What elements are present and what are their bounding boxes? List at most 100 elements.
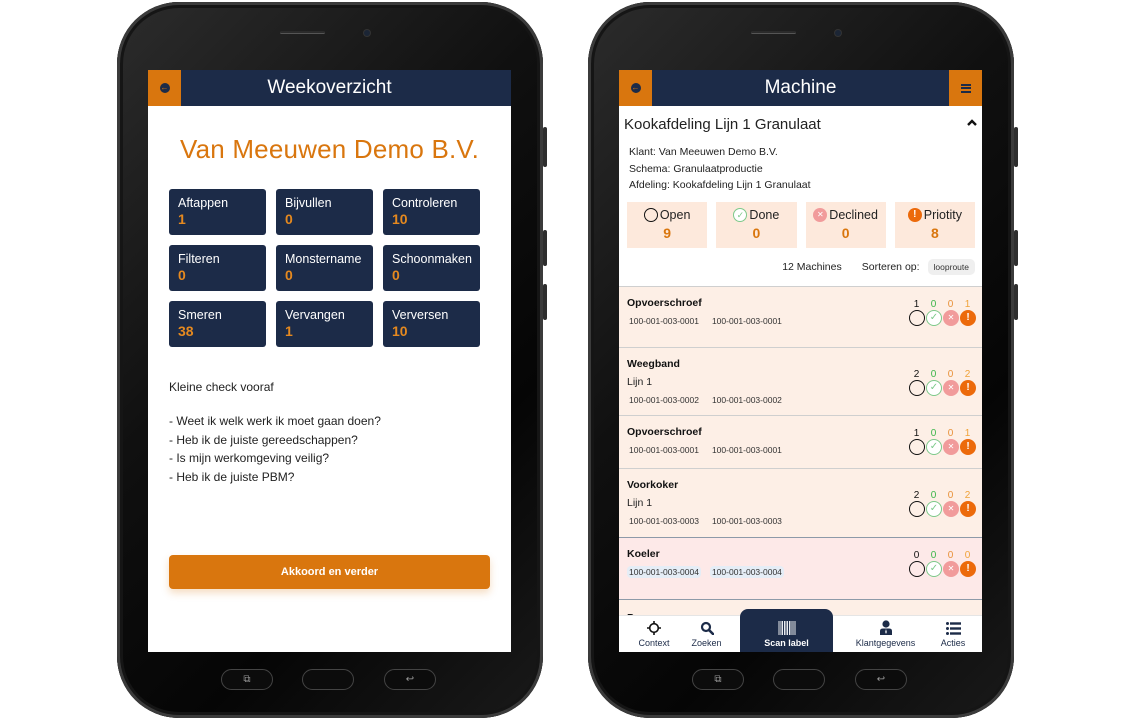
task-name: Smeren — [178, 308, 222, 322]
nav-search[interactable]: Zoeken — [689, 615, 724, 652]
client-line: Klant: Van Meeuwen Demo B.V. — [629, 146, 778, 158]
machine-row[interactable]: Weegband Lijn 1 100-001-003-0002 100-001… — [619, 346, 982, 415]
status-summary: Open 9 ✓ Done 0 ✕ Declined 0 ! Priotity 8 — [619, 194, 982, 248]
machine-row[interactable]: Opvoerschroef 100-001-003-0001 100-001-0… — [619, 414, 982, 468]
task-tile-bijvullen[interactable]: Bijvullen 0 — [276, 189, 373, 235]
task-count: 0 — [178, 267, 186, 283]
check-circle-icon: ✓ — [926, 560, 942, 577]
front-camera — [835, 30, 841, 36]
agree-continue-button[interactable]: Akkoord en verder — [169, 555, 490, 589]
company-name: Van Meeuwen Demo B.V. — [179, 134, 480, 164]
task-name: Filteren — [178, 252, 220, 266]
sort-bar: 12 Machines Sorteren op: looproute — [619, 248, 982, 275]
declined-count: 0 — [947, 549, 954, 561]
stat-value: 0 — [841, 224, 850, 241]
home-key[interactable] — [773, 669, 825, 690]
recent-apps-key[interactable]: ⧉ — [692, 669, 744, 690]
back-arrow-icon: ← — [159, 83, 170, 93]
machine-code: 100-001-003-0001 — [629, 444, 699, 455]
crosshair-icon — [647, 621, 661, 635]
machine-row[interactable]: Voorkoker Lijn 1 100-001-003-0003 100-00… — [619, 467, 982, 537]
hardware-back-key[interactable]: ↩ — [855, 669, 907, 690]
nav-actions[interactable]: Acties — [933, 615, 973, 652]
sort-select[interactable]: looproute — [927, 258, 975, 275]
row-stats: 1 0 0 1 ✓ ✕ ! — [908, 299, 976, 326]
sort-label: Sorteren op: — [861, 260, 920, 273]
task-tile-aftappen[interactable]: Aftappen 1 — [169, 189, 266, 235]
task-tile-smeren[interactable]: Smeren 38 — [169, 301, 266, 347]
stat-label: Priotity — [923, 207, 962, 222]
x-circle-icon: ✕ — [943, 438, 959, 455]
nav-label: Acties — [940, 638, 966, 648]
task-name: Bijvullen — [285, 196, 332, 210]
stat-label: Declined — [829, 207, 878, 222]
machine-scroll-area[interactable]: Kookafdeling Lijn 1 Granulaat Klant: Van… — [619, 106, 982, 615]
nav-client-details[interactable]: Klantgegevens — [838, 615, 933, 652]
x-circle-icon: ✕ — [813, 207, 828, 222]
back-button[interactable]: ← — [619, 70, 652, 106]
hamburger-icon — [960, 83, 971, 93]
machine-code: 100-001-003-0004 — [709, 565, 784, 578]
home-key[interactable] — [302, 669, 354, 690]
machine-row[interactable]: Opvoerschroef 100-001-003-0001 100-001-0… — [619, 285, 982, 347]
machine-code: 100-001-003-0001 — [711, 444, 782, 455]
chevron-up-icon[interactable] — [966, 117, 978, 129]
open-circle-icon — [909, 560, 925, 577]
check-circle-icon: ✓ — [926, 500, 942, 517]
page-title: Weekoverzicht — [267, 77, 392, 98]
recent-apps-key[interactable]: ⧉ — [221, 669, 273, 690]
open-circle-icon — [909, 379, 925, 396]
exclamation-circle-icon: ! — [907, 207, 922, 222]
app-bar: ← Weekoverzicht — [148, 70, 511, 106]
stat-done[interactable]: ✓ Done 0 — [716, 201, 797, 248]
user-icon — [879, 620, 892, 635]
task-count: 10 — [392, 211, 408, 227]
check-circle-icon: ✓ — [926, 438, 942, 455]
stat-value: 8 — [930, 224, 939, 241]
machine-row[interactable]: Koeler 100-001-003-0004 100-001-003-0004… — [619, 536, 982, 599]
front-camera — [364, 30, 370, 36]
machine-code: 100-001-003-0002 — [711, 394, 782, 405]
machine-code: 100-001-003-0001 — [711, 315, 782, 326]
check-title: Kleine check vooraf — [169, 380, 274, 394]
x-circle-icon: ✕ — [943, 309, 959, 326]
task-tile-filteren[interactable]: Filteren 0 — [169, 245, 266, 291]
hardware-back-icon: ↩ — [405, 674, 415, 685]
open-circle-icon — [909, 438, 925, 455]
task-tile-schoonmaken[interactable]: Schoonmaken 0 — [383, 245, 480, 291]
task-tile-controleren[interactable]: Controleren 10 — [383, 189, 480, 235]
machine-code: 100-001-003-0001 — [629, 315, 699, 326]
hardware-back-key[interactable]: ↩ — [384, 669, 436, 690]
stat-value: 9 — [663, 224, 672, 241]
stat-declined[interactable]: ✕ Declined 0 — [805, 201, 886, 248]
list-icon — [945, 622, 961, 635]
barcode-icon — [778, 621, 795, 635]
x-circle-icon: ✕ — [943, 379, 959, 396]
tablet-left: ← Weekoverzicht Van Meeuwen Demo B.V. Af… — [117, 2, 547, 718]
stat-open[interactable]: Open 9 — [627, 201, 708, 248]
page-title: Machine — [764, 77, 837, 98]
task-count: 0 — [285, 267, 293, 283]
nav-context[interactable]: Context — [619, 615, 689, 652]
menu-button[interactable] — [949, 70, 982, 106]
row-stats: 2 0 0 2 ✓ ✕ ! — [908, 490, 976, 517]
x-circle-icon: ✕ — [943, 500, 959, 517]
search-icon — [700, 621, 714, 635]
nav-scan-label[interactable]: Scan label — [740, 609, 833, 652]
back-button[interactable]: ← — [148, 70, 181, 106]
machine-code: 100-001-003-0003 — [629, 515, 699, 526]
task-count: 0 — [392, 267, 400, 283]
open-count: 2 — [913, 489, 920, 501]
task-name: Controleren — [392, 196, 458, 210]
earpiece-speaker — [751, 31, 796, 34]
priority-count: 0 — [964, 549, 971, 561]
bottom-navigation: Context Zoeken Scan label Klantgegevens … — [619, 609, 982, 652]
task-tile-monstername[interactable]: Monstername 0 — [276, 245, 373, 291]
x-circle-icon: ✕ — [943, 560, 959, 577]
proximity-sensor — [806, 30, 812, 36]
task-tile-vervangen[interactable]: Vervangen 1 — [276, 301, 373, 347]
tablet-right: ← Machine Kookafdeling Lijn 1 Granulaat … — [588, 2, 1018, 718]
task-tile-verversen[interactable]: Verversen 10 — [383, 301, 480, 347]
stat-priority[interactable]: ! Priotity 8 — [894, 201, 975, 248]
volume-down-key — [1014, 230, 1018, 266]
